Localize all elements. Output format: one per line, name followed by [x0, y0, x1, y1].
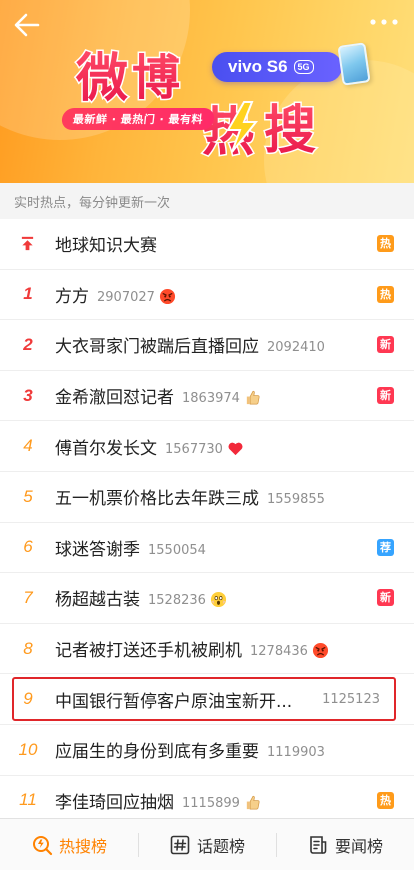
heat-count: 1550054	[148, 542, 206, 558]
phone-image	[337, 42, 371, 86]
rank-number: 7	[23, 587, 33, 607]
new-tag-badge: 新	[377, 589, 394, 607]
item-title[interactable]: 方方 2907027	[55, 282, 176, 307]
item-title-text: 杨超越古装	[55, 590, 140, 611]
tab-topics[interactable]: 话题榜	[138, 819, 276, 870]
item-title[interactable]: 金希澈回怼记者 1863974	[55, 383, 261, 408]
heat-count: 1125123	[322, 691, 380, 707]
tab-hot-search[interactable]: 热搜榜	[0, 819, 138, 870]
hot-search-item[interactable]: 6 球迷答谢季 1550054 荐	[0, 523, 414, 574]
rank-number: 3	[23, 385, 33, 405]
item-title[interactable]: 杨超越古装 1528236	[55, 585, 227, 610]
item-title[interactable]: 大衣哥家门被踹后直播回应 2092410	[55, 332, 325, 357]
hot-search-item[interactable]: 1 方方 2907027 热	[0, 270, 414, 321]
heat-count: 1528236	[148, 593, 206, 609]
heat-count: 1119903	[267, 745, 325, 761]
rank-number: 5	[23, 486, 33, 506]
heat-count: 2092410	[267, 340, 325, 356]
rank-number: 6	[23, 537, 33, 557]
item-title-text: 方方	[55, 286, 89, 307]
item-title-text: 大衣哥家门被踹后直播回应	[55, 337, 259, 358]
tab-label: 要闻榜	[334, 836, 383, 856]
heart-icon	[228, 442, 243, 455]
banner-slogan: 最新鲜 · 最热门 · 最有料	[60, 108, 216, 130]
item-title-text: 傅首尔发长文	[55, 438, 157, 459]
rank-number: 9	[23, 689, 33, 709]
item-title-text: 金希澈回怼记者	[55, 388, 174, 409]
item-title-text: 中国银行暂停客户原油宝新开...	[55, 691, 293, 712]
hashtag-icon	[170, 835, 190, 854]
item-title-text: 球迷答谢季	[55, 539, 140, 560]
new-tag-badge: 新	[377, 387, 394, 405]
tab-label: 热搜榜	[58, 836, 107, 856]
item-title[interactable]: 傅首尔发长文 1567730	[55, 434, 244, 459]
hot-search-banner: vivo S6 5G 微 博 热 搜 最新鲜 · 最热门 · 最有料	[0, 0, 414, 183]
item-title-text: 记者被打送还手机被刷机	[55, 641, 242, 662]
hot-search-item[interactable]: 8 记者被打送还手机被刷机 1278436	[0, 624, 414, 675]
heat-count: 1559855	[267, 492, 325, 508]
tab-label: 话题榜	[196, 836, 245, 856]
rank-number: 8	[23, 638, 33, 658]
tab-news[interactable]: 要闻榜	[276, 819, 414, 870]
rank-number: 11	[19, 790, 37, 810]
item-title[interactable]: 记者被打送还手机被刷机 1278436	[55, 636, 329, 661]
more-options-icon[interactable]	[368, 16, 400, 28]
news-icon	[310, 835, 327, 854]
angry-face-icon	[159, 288, 175, 304]
heat-count: 1115899	[182, 795, 240, 811]
item-title-text: 李佳琦回应抽烟	[55, 792, 174, 813]
item-title-text: 应届生的身份到底有多重要	[55, 742, 259, 763]
hot-search-item[interactable]: 9 中国银行暂停客户原油宝新开... 1125123	[0, 674, 414, 725]
logo-char: 搜	[264, 101, 316, 161]
pinned-arrow-icon	[21, 237, 34, 251]
new-tag-badge: 新	[377, 336, 394, 354]
hot-search-item[interactable]: 2 大衣哥家门被踹后直播回应 2092410 新	[0, 320, 414, 371]
rank-number: 2	[23, 334, 33, 354]
back-arrow-icon[interactable]	[12, 10, 42, 40]
hot-search-item[interactable]: 10 应届生的身份到底有多重要 1119903	[0, 725, 414, 776]
item-title-text: 五一机票价格比去年跌三成	[55, 489, 259, 510]
hot-search-item[interactable]: 4 傅首尔发长文 1567730	[0, 421, 414, 472]
thumbs-up-icon	[246, 795, 260, 810]
hot-search-item[interactable]: 7 杨超越古装 1528236 新	[0, 573, 414, 624]
bottom-nav: 热搜榜 话题榜 要闻榜	[0, 818, 414, 870]
hot-search-item[interactable]: 地球知识大赛 热	[0, 219, 414, 270]
rec-tag-badge: 荐	[377, 538, 394, 556]
item-title[interactable]: 地球知识大赛	[55, 231, 157, 256]
hot-search-item[interactable]: 3 金希澈回怼记者 1863974 新	[0, 371, 414, 422]
angry-face-icon	[312, 642, 328, 659]
item-title[interactable]: 李佳琦回应抽烟 1115899	[55, 788, 261, 813]
item-title-text: 地球知识大赛	[55, 236, 157, 257]
rank-number: 10	[18, 739, 38, 759]
hot-tag-badge: 热	[377, 791, 394, 809]
item-title[interactable]: 五一机票价格比去年跌三成 1559855	[55, 484, 325, 509]
hot-search-item[interactable]: 5 五一机票价格比去年跌三成 1559855	[0, 472, 414, 523]
item-title[interactable]: 中国银行暂停客户原油宝新开...	[55, 687, 292, 712]
thumbs-up-icon	[246, 390, 260, 405]
heat-count: 2907027	[97, 289, 155, 305]
heat-count: 1567730	[165, 441, 223, 457]
hot-tag-badge: 热	[377, 285, 394, 303]
rank-number: 4	[23, 436, 33, 456]
rank-number: 1	[23, 284, 33, 304]
search-icon	[32, 835, 53, 855]
update-hint: 实时热点，每分钟更新一次	[0, 183, 414, 219]
heat-count: 1278436	[250, 644, 308, 660]
heat-count: 1863974	[182, 391, 240, 407]
item-title[interactable]: 球迷答谢季 1550054	[55, 535, 206, 560]
item-title[interactable]: 应届生的身份到底有多重要 1119903	[55, 737, 325, 762]
hot-tag-badge: 热	[377, 235, 394, 253]
logo-char: 微	[75, 49, 128, 109]
hot-search-list: 地球知识大赛热 1 方方 2907027 热 2 大衣哥家门被踹后直播回应 2092410 新 3…	[0, 219, 414, 827]
weibo-hot-search-logo: 微 博 热 搜	[74, 48, 318, 165]
scream-face-icon	[210, 592, 226, 608]
logo-char: 博	[132, 50, 180, 106]
